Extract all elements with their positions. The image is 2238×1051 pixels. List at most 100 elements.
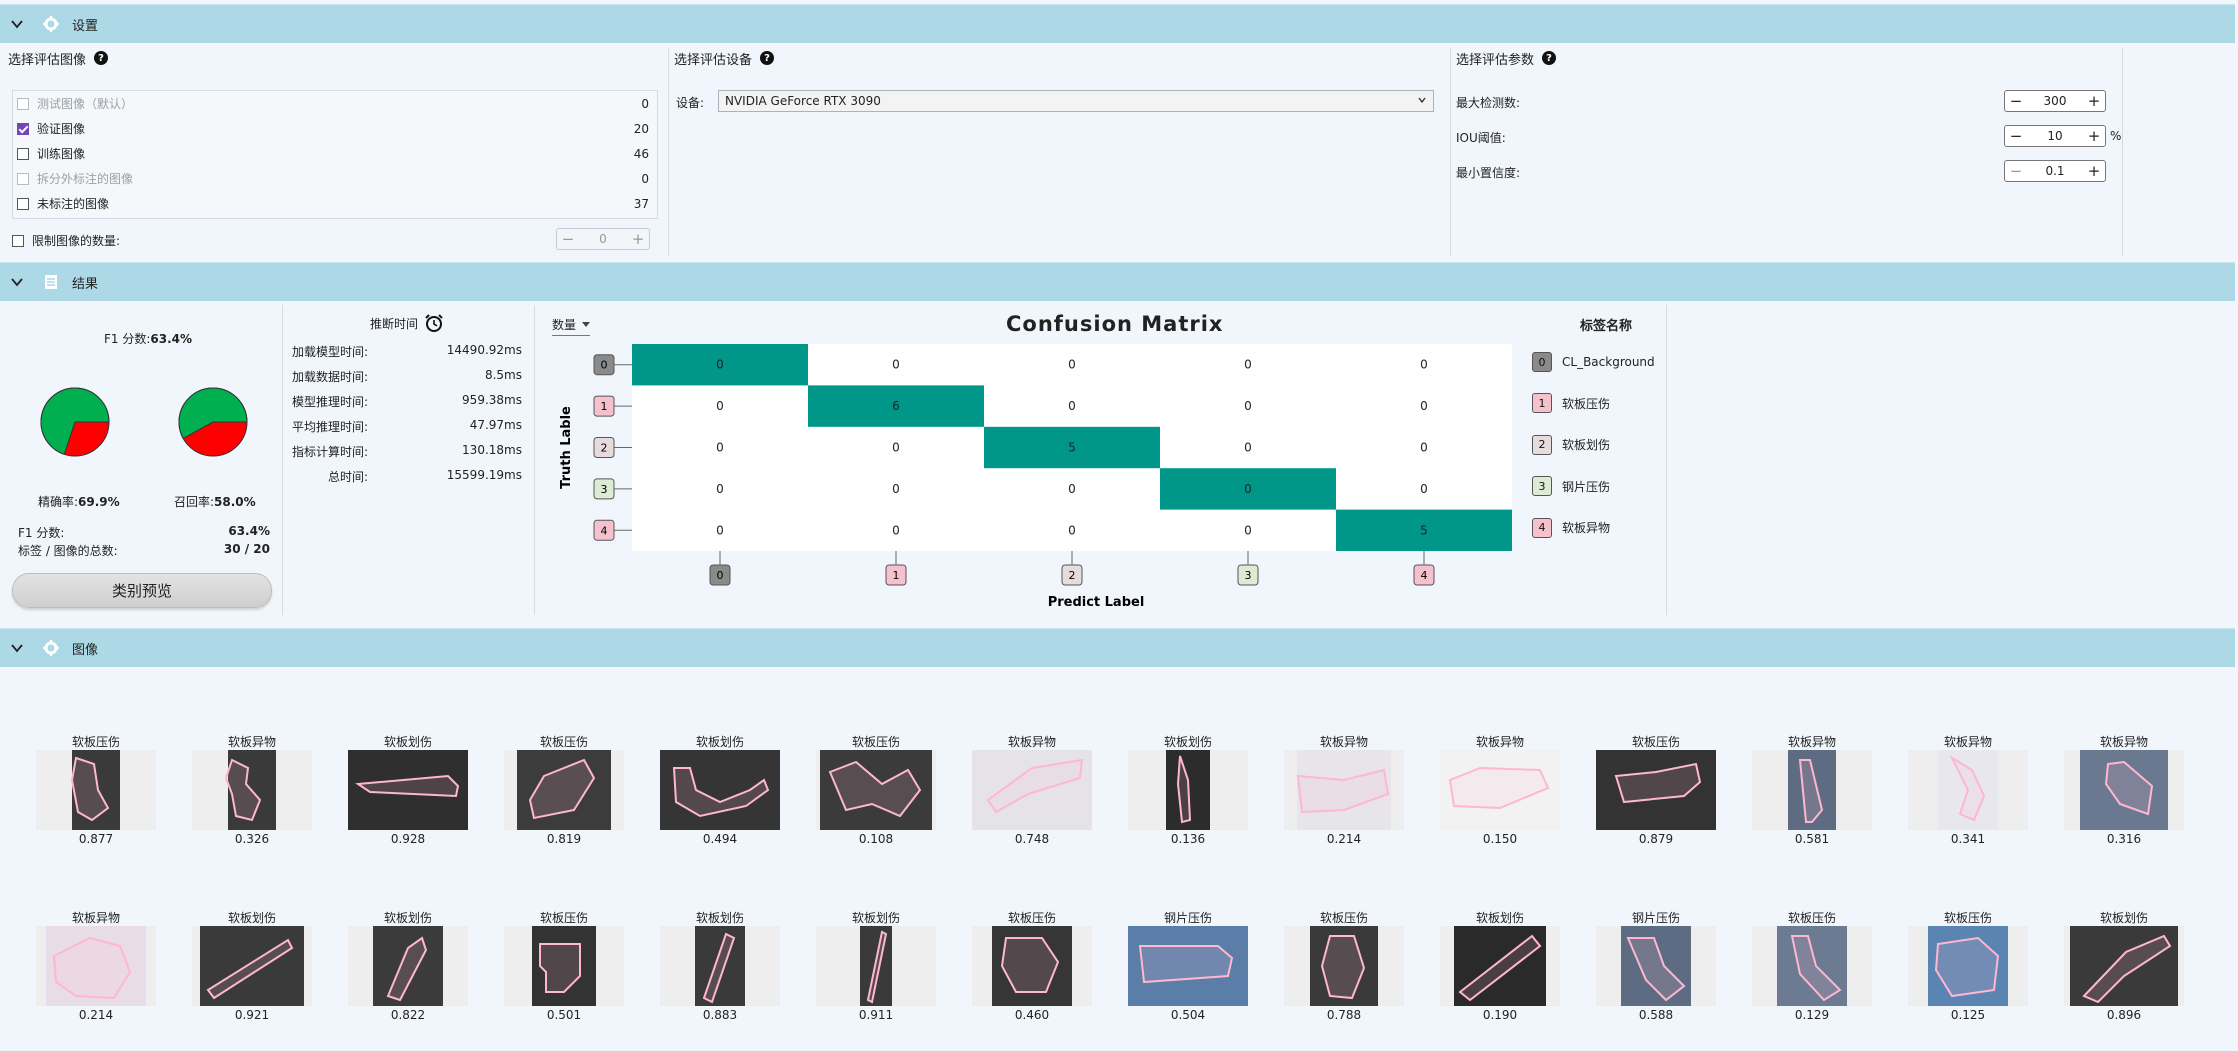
limit-images-checkbox[interactable] bbox=[12, 234, 24, 247]
help-icon[interactable]: ? bbox=[1542, 51, 1557, 65]
image-thumbnail[interactable]: 软板压伤 0.501 bbox=[504, 910, 624, 1022]
thumbnail-image[interactable] bbox=[348, 926, 468, 1006]
chevron-down-icon[interactable] bbox=[10, 17, 24, 31]
thumbnail-image[interactable] bbox=[1908, 926, 2028, 1006]
thumbnail-image[interactable] bbox=[1908, 750, 2028, 830]
image-thumbnail[interactable]: 软板划伤 0.136 bbox=[1128, 734, 1248, 846]
image-set-item[interactable]: 测试图像（默认） 0 bbox=[13, 91, 657, 116]
help-icon[interactable]: ? bbox=[94, 51, 109, 65]
image-thumbnail[interactable]: 软板压伤 0.460 bbox=[972, 910, 1092, 1022]
image-thumbnail[interactable]: 软板划伤 0.896 bbox=[2064, 910, 2184, 1022]
image-set-checkbox[interactable] bbox=[17, 97, 29, 110]
thumbnail-image[interactable] bbox=[816, 926, 936, 1006]
min-confidence-stepper[interactable]: − 0.1 + bbox=[2004, 160, 2106, 182]
image-thumbnail[interactable]: 软板压伤 0.879 bbox=[1596, 734, 1716, 846]
thumbnail-image[interactable] bbox=[36, 926, 156, 1006]
image-thumbnail[interactable]: 软板划伤 0.911 bbox=[816, 910, 936, 1022]
image-thumbnail[interactable]: 软板划伤 0.494 bbox=[660, 734, 780, 846]
iou-threshold-value[interactable]: 10 bbox=[2027, 129, 2083, 143]
thumbnail-image[interactable] bbox=[1596, 926, 1716, 1006]
thumbnail-image[interactable] bbox=[2064, 750, 2184, 830]
thumbnail-image[interactable] bbox=[660, 926, 780, 1006]
image-set-checkbox[interactable] bbox=[17, 122, 29, 135]
thumbnail-image[interactable] bbox=[504, 926, 624, 1006]
iou-threshold-stepper[interactable]: − 10 + bbox=[2004, 125, 2106, 147]
decrement-button[interactable]: − bbox=[2005, 127, 2027, 145]
image-thumbnail[interactable]: 软板异物 0.214 bbox=[1284, 734, 1404, 846]
image-thumbnail[interactable]: 软板压伤 0.125 bbox=[1908, 910, 2028, 1022]
image-thumbnail[interactable]: 软板划伤 0.883 bbox=[660, 910, 780, 1022]
thumbnail-image[interactable] bbox=[1596, 750, 1716, 830]
image-thumbnail[interactable]: 软板异物 0.150 bbox=[1440, 734, 1560, 846]
limit-images-stepper[interactable]: − 0 + bbox=[556, 228, 650, 250]
thumbnail-image[interactable] bbox=[1752, 926, 1872, 1006]
image-thumbnail[interactable]: 软板划伤 0.822 bbox=[348, 910, 468, 1022]
settings-section-header[interactable]: 设置 bbox=[0, 4, 2235, 43]
image-set-checkbox[interactable] bbox=[17, 147, 29, 160]
max-detections-value[interactable]: 300 bbox=[2027, 94, 2083, 108]
thumbnail-image[interactable] bbox=[1440, 926, 1560, 1006]
thumbnail-image[interactable] bbox=[36, 750, 156, 830]
image-thumbnail[interactable]: 软板划伤 0.928 bbox=[348, 734, 468, 846]
image-set-checkbox[interactable] bbox=[17, 197, 29, 210]
thumbnail-image[interactable] bbox=[972, 750, 1092, 830]
thumbnail-image[interactable] bbox=[660, 750, 780, 830]
image-thumbnail[interactable]: 软板异物 0.316 bbox=[2064, 734, 2184, 846]
increment-button[interactable]: + bbox=[2083, 127, 2105, 145]
image-thumbnail[interactable]: 软板异物 0.581 bbox=[1752, 734, 1872, 846]
results-section-header[interactable]: 结果 bbox=[0, 262, 2235, 301]
counts-value: 30 / 20 bbox=[223, 542, 270, 556]
label-badge: 0 bbox=[1532, 352, 1552, 372]
image-thumbnail[interactable]: 软板异物 0.748 bbox=[972, 734, 1092, 846]
help-icon[interactable]: ? bbox=[760, 51, 775, 65]
thumbnail-image[interactable] bbox=[972, 926, 1092, 1006]
decrement-button[interactable]: − bbox=[2005, 92, 2027, 110]
decrement-button[interactable]: − bbox=[2005, 162, 2027, 180]
image-thumbnail[interactable]: 软板划伤 0.190 bbox=[1440, 910, 1560, 1022]
image-set-item[interactable]: 训练图像 46 bbox=[13, 141, 657, 166]
image-thumbnail[interactable]: 软板异物 0.326 bbox=[192, 734, 312, 846]
image-set-item[interactable]: 拆分外标注的图像 0 bbox=[13, 166, 657, 191]
image-thumbnail[interactable]: 软板压伤 0.108 bbox=[816, 734, 936, 846]
increment-button[interactable]: + bbox=[2083, 162, 2105, 180]
limit-images-value[interactable]: 0 bbox=[579, 232, 627, 246]
max-detections-stepper[interactable]: − 300 + bbox=[2004, 90, 2106, 112]
thumbnail-image[interactable] bbox=[504, 750, 624, 830]
image-thumbnail[interactable]: 软板压伤 0.877 bbox=[36, 734, 156, 846]
thumbnail-image[interactable] bbox=[192, 750, 312, 830]
thumbnail-image[interactable] bbox=[1128, 750, 1248, 830]
thumbnail-image[interactable] bbox=[1128, 926, 1248, 1006]
image-thumbnail[interactable]: 软板压伤 0.819 bbox=[504, 734, 624, 846]
image-set-item[interactable]: 验证图像 20 bbox=[13, 116, 657, 141]
thumbnail-image[interactable] bbox=[1752, 750, 1872, 830]
chevron-down-icon[interactable] bbox=[10, 641, 24, 655]
thumbnail-image[interactable] bbox=[192, 926, 312, 1006]
increment-button[interactable]: + bbox=[2083, 92, 2105, 110]
matrix-cell-value: 0 bbox=[716, 399, 724, 413]
thumbnail-image[interactable] bbox=[1284, 750, 1404, 830]
category-preview-button[interactable]: 类别预览 bbox=[12, 573, 272, 608]
image-select-title: 选择评估图像 bbox=[8, 52, 87, 68]
thumbnail-image[interactable] bbox=[2064, 926, 2184, 1006]
limit-images-option[interactable]: 限制图像的数量: bbox=[12, 232, 120, 249]
image-thumbnail[interactable]: 软板压伤 0.788 bbox=[1284, 910, 1404, 1022]
increment-button[interactable]: + bbox=[627, 230, 649, 248]
thumbnail-image[interactable] bbox=[1440, 750, 1560, 830]
image-thumbnail[interactable]: 软板异物 0.214 bbox=[36, 910, 156, 1022]
image-set-item[interactable]: 未标注的图像 37 bbox=[13, 191, 657, 216]
chevron-down-icon[interactable] bbox=[10, 275, 24, 289]
images-section-header[interactable]: 图像 bbox=[0, 628, 2235, 667]
image-set-checkbox[interactable] bbox=[17, 172, 29, 185]
image-thumbnail[interactable]: 软板异物 0.341 bbox=[1908, 734, 2028, 846]
image-set-label: 验证图像 bbox=[37, 122, 86, 136]
image-thumbnail[interactable]: 软板划伤 0.921 bbox=[192, 910, 312, 1022]
image-thumbnail[interactable]: 软板压伤 0.129 bbox=[1752, 910, 1872, 1022]
device-select[interactable]: NVIDIA GeForce RTX 3090 bbox=[718, 90, 1434, 112]
decrement-button[interactable]: − bbox=[557, 230, 579, 248]
thumbnail-image[interactable] bbox=[1284, 926, 1404, 1006]
image-thumbnail[interactable]: 钢片压伤 0.504 bbox=[1128, 910, 1248, 1022]
thumbnail-image[interactable] bbox=[348, 750, 468, 830]
min-confidence-value[interactable]: 0.1 bbox=[2027, 164, 2083, 178]
thumbnail-image[interactable] bbox=[816, 750, 936, 830]
image-thumbnail[interactable]: 钢片压伤 0.588 bbox=[1596, 910, 1716, 1022]
